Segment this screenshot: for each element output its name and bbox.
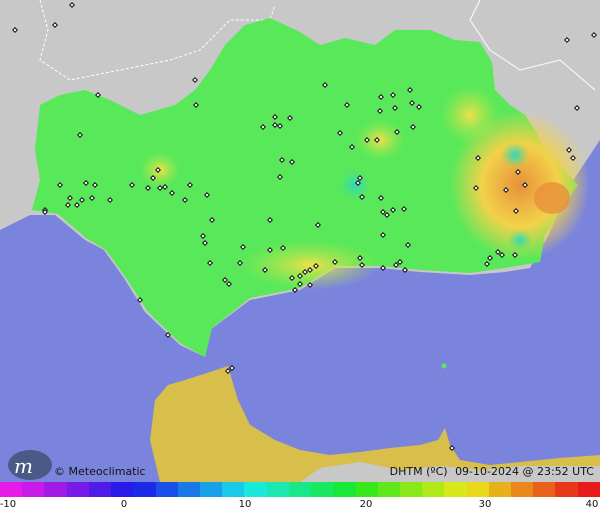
cool-zone-granada: [339, 169, 371, 201]
scale-swatch: [266, 482, 289, 497]
scale-swatch: [466, 482, 489, 497]
scale-swatch: [488, 482, 512, 497]
scale-tick-label: 40: [585, 499, 599, 510]
scale-swatch: [133, 482, 156, 497]
scale-swatch: [377, 482, 400, 497]
scale-swatch: [577, 482, 600, 497]
scale-tick-label: 10: [238, 499, 252, 510]
map-frame: m © Meteoclimatic DHTM (ºC) 09-10-2024 @…: [0, 0, 600, 517]
hot-core-east: [534, 182, 570, 214]
scale-swatch: [0, 482, 23, 497]
scale-tick-label: -10: [0, 499, 17, 510]
scale-tick-label: 30: [478, 499, 492, 510]
logo-mark: m: [14, 454, 33, 478]
scale-swatch: [155, 482, 178, 497]
variable-timestamp: DHTM (ºC) 09-10-2024 @ 23:52 UTC: [386, 465, 594, 478]
scale-swatch: [44, 482, 67, 497]
warm-zone-north-east: [440, 85, 500, 145]
temperature-map[interactable]: [0, 0, 600, 482]
scale-swatch: [533, 482, 556, 497]
scale-swatch: [288, 482, 312, 497]
cool-zone-almeria: [501, 142, 529, 168]
scale-swatch: [511, 482, 534, 497]
timestamp-label: 09-10-2024 @ 23:52 UTC: [455, 465, 594, 478]
variable-label: DHTM (ºC): [389, 465, 448, 478]
color-scale: [0, 482, 600, 497]
scale-swatch: [555, 482, 578, 497]
scale-swatch: [311, 482, 334, 497]
scale-swatch: [333, 482, 356, 497]
credit-block: m © Meteoclimatic: [4, 450, 184, 480]
scale-swatch: [222, 482, 245, 497]
scale-swatch: [111, 482, 134, 497]
credit-text: © Meteoclimatic: [54, 465, 146, 478]
scale-swatch: [177, 482, 200, 497]
scale-swatch: [399, 482, 423, 497]
scale-swatch: [199, 482, 223, 497]
cool-zone-coast: [508, 230, 532, 250]
scale-swatch: [22, 482, 45, 497]
scale-swatch: [444, 482, 467, 497]
scale-tick-label: 0: [120, 499, 128, 510]
scale-swatch: [66, 482, 89, 497]
scale-swatch: [355, 482, 378, 497]
scale-swatch: [88, 482, 112, 497]
scale-swatch: [422, 482, 445, 497]
color-scale-ticks: -10 0 10 20 30 40: [0, 497, 600, 517]
scale-tick-label: 20: [359, 499, 373, 510]
alboran-island: [441, 363, 447, 369]
warm-zone-center: [355, 120, 405, 160]
scale-swatch: [244, 482, 267, 497]
